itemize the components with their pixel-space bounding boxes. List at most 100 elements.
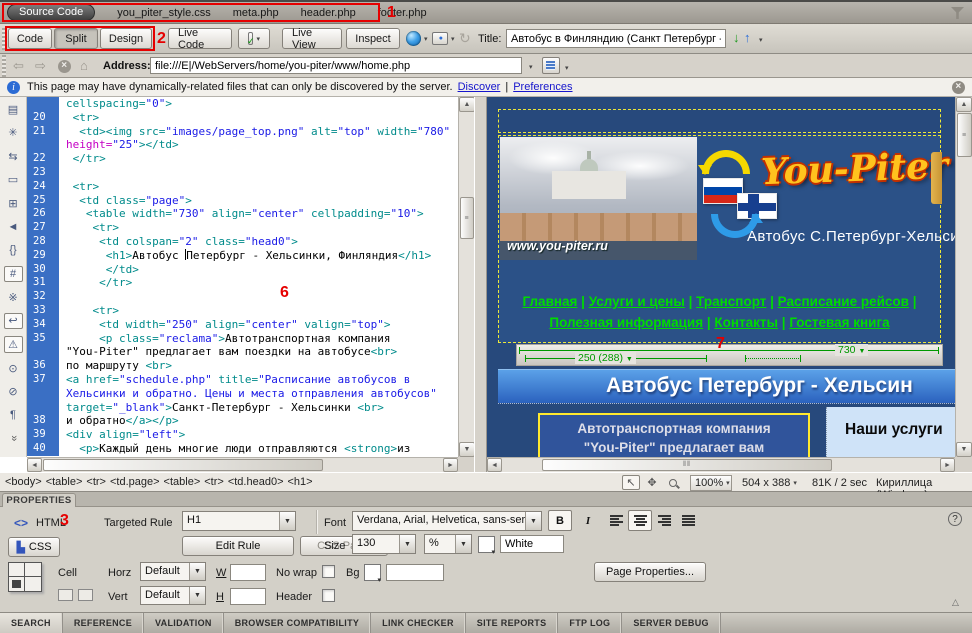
design-vertical-scrollbar[interactable]: ▲ ≡ ▼ — [955, 97, 972, 457]
select-tool-icon[interactable]: ↖ — [622, 475, 640, 490]
scroll-right-icon[interactable]: ► — [443, 458, 458, 472]
company-intro-box[interactable]: Автотранспортная компания "You-Piter" пр… — [538, 413, 810, 457]
collapse-full-tag-icon[interactable]: ⇆ — [4, 148, 23, 165]
file-management-arrow-icon[interactable]: ▾ — [759, 36, 763, 44]
content-row[interactable]: Автотранспортная компания "You-Piter" пр… — [498, 403, 955, 457]
results-tab-server-debug[interactable]: SERVER DEBUG — [622, 613, 720, 633]
highlight-invalid-code-icon[interactable]: ※ — [4, 289, 23, 306]
tag-selector-item[interactable]: <table> — [164, 476, 201, 488]
menu-link[interactable]: Расписание рейсов — [778, 294, 909, 309]
address-dropdown-icon[interactable]: ▾ — [529, 63, 533, 71]
scroll-up-icon[interactable]: ▲ — [459, 97, 475, 112]
no-wrap-checkbox[interactable] — [322, 565, 335, 578]
results-tab-link-checker[interactable]: LINK CHECKER — [371, 613, 466, 633]
targeted-rule-select[interactable]: H1▼ — [182, 511, 296, 531]
title-input[interactable] — [506, 29, 726, 48]
tag-selector-item[interactable]: <td.page> — [110, 476, 160, 488]
stop-icon[interactable] — [58, 60, 71, 73]
close-infobar-icon[interactable] — [952, 81, 965, 94]
filter-related-files-icon[interactable] — [951, 7, 964, 19]
menu-link[interactable]: Главная — [523, 294, 578, 309]
source-code-button[interactable]: Source Code — [7, 4, 95, 21]
page-properties-button[interactable]: Page Properties... — [594, 562, 706, 582]
file-get-icon[interactable]: ↓ — [733, 30, 740, 45]
results-tab-search[interactable]: SEARCH — [0, 613, 63, 633]
menu-link[interactable]: Транспорт — [696, 294, 766, 309]
view-options-arrow-icon[interactable]: ▾ — [565, 64, 569, 72]
remove-comment-icon[interactable]: ⊘ — [4, 383, 23, 400]
word-wrap-icon[interactable]: ↩ — [4, 313, 23, 330]
expand-all-icon[interactable]: ⊞ — [4, 195, 23, 212]
cell-width-input[interactable] — [230, 564, 266, 581]
split-cell-icon[interactable] — [78, 589, 93, 601]
bg-color-input[interactable] — [386, 564, 444, 581]
code-vertical-scrollbar[interactable]: ▲ ≡ ▼ — [458, 97, 474, 457]
preview-in-browser-button[interactable]: ▾ — [406, 31, 428, 46]
syntax-error-alerts-icon[interactable]: ⚠ — [4, 336, 23, 353]
design-scroll-up-icon[interactable]: ▲ — [956, 97, 972, 112]
design-scroll-thumb[interactable]: ≡ — [957, 113, 972, 157]
align-left-icon[interactable] — [604, 510, 628, 531]
forward-icon[interactable]: ⇨ — [35, 58, 46, 74]
refresh-icon[interactable]: ↻ — [459, 30, 471, 47]
vert-select[interactable]: Default▼ — [140, 586, 206, 605]
merge-cells-icon[interactable] — [58, 589, 73, 601]
code-view[interactable]: cellspacing="0">20 <tr>21 <td><img src="… — [27, 97, 458, 457]
italic-button[interactable]: I — [576, 510, 600, 531]
help-icon[interactable]: ? — [948, 512, 962, 526]
unit-select[interactable]: %▼ — [424, 534, 472, 554]
balance-braces-icon[interactable]: {} — [4, 242, 23, 259]
design-scroll-left-icon[interactable]: ◄ — [487, 458, 502, 472]
tag-selector-item[interactable]: <td.head0> — [228, 476, 284, 488]
related-file-button[interactable]: meta.php — [233, 7, 279, 19]
line-numbers-icon[interactable]: # — [4, 266, 23, 283]
table-width-guide-bar[interactable]: 730 ▼ 250 (288) ▼ — [516, 344, 943, 366]
tag-selector-item[interactable]: <body> — [5, 476, 42, 488]
size-select[interactable]: 130▼ — [352, 534, 416, 554]
format-source-code-icon[interactable]: ¶ — [4, 407, 23, 424]
address-input[interactable] — [150, 57, 522, 74]
results-tab-browser-compatibility[interactable]: BROWSER COMPATIBILITY — [224, 613, 371, 633]
related-file-button[interactable]: header.php — [301, 7, 356, 19]
preferences-link[interactable]: Preferences — [513, 81, 572, 93]
properties-tab[interactable]: PROPERTIES — [2, 493, 76, 507]
results-tab-ftp-log[interactable]: FTP LOG — [558, 613, 622, 633]
inspect-button[interactable]: Inspect — [346, 28, 400, 49]
tag-selector-item[interactable]: <table> — [46, 476, 83, 488]
code-horizontal-scrollbar[interactable]: ◄ ► — [27, 457, 458, 472]
results-tab-validation[interactable]: VALIDATION — [144, 613, 224, 633]
align-center-icon[interactable] — [628, 510, 652, 531]
scroll-down-icon[interactable]: ▼ — [459, 442, 475, 457]
magnification-select[interactable]: 100%▾ — [690, 475, 732, 491]
design-scroll-right-icon[interactable]: ► — [940, 458, 955, 472]
related-file-button[interactable]: you_piter_style.css — [117, 7, 211, 19]
visual-aids-button[interactable]: ▾ — [432, 32, 455, 45]
page-top-row[interactable] — [498, 109, 941, 133]
home-icon[interactable]: ⌂ — [80, 58, 88, 73]
css-mode-button[interactable]: ▙CSS — [8, 537, 60, 557]
font-select[interactable]: Verdana, Arial, Helvetica, sans-serif▼ — [352, 511, 542, 531]
banner-and-menu-block[interactable]: www.you-piter.ru You-Piter Автобус С.Пет… — [498, 135, 941, 343]
tag-selector-item[interactable]: <h1> — [288, 476, 313, 488]
select-parent-tag-icon[interactable]: ◄ — [4, 219, 23, 236]
page-heading-band[interactable]: Автобус Петербург - Хельсин — [498, 369, 955, 403]
bold-button[interactable]: B — [548, 510, 572, 531]
tag-selector-item[interactable]: <tr> — [204, 476, 224, 488]
file-put-icon[interactable]: ↑ — [744, 30, 751, 45]
discover-link[interactable]: Discover — [458, 81, 501, 93]
view-button-design[interactable]: Design — [100, 28, 152, 49]
header-checkbox[interactable] — [322, 589, 335, 602]
window-size-select[interactable]: 504 x 388▾ — [738, 475, 804, 491]
related-file-button[interactable]: footer.php — [378, 7, 427, 19]
column-width-label[interactable]: 250 (288) ▼ — [575, 352, 636, 364]
services-box[interactable]: Наши услуги — [826, 407, 955, 457]
scroll-left-icon[interactable]: ◄ — [27, 458, 42, 472]
panel-collapse-icon[interactable]: △ — [952, 597, 959, 608]
text-color-input[interactable] — [500, 535, 564, 553]
results-tab-site-reports[interactable]: SITE REPORTS — [466, 613, 559, 633]
zoom-tool-icon[interactable] — [664, 475, 682, 490]
collapse-selection-icon[interactable]: ▭ — [4, 172, 23, 189]
menu-link[interactable]: Услуги и цены — [589, 294, 685, 309]
tag-selector-item[interactable]: <tr> — [86, 476, 106, 488]
view-button-split[interactable]: Split — [54, 28, 98, 49]
